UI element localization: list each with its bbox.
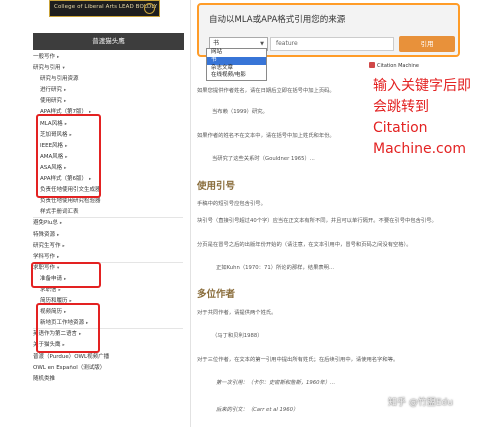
- annotation-callout: 输入关键字后即 会跳转到 Citation Machine.com: [373, 76, 499, 160]
- pane-divider: [190, 0, 191, 427]
- sidebar-item[interactable]: 使用研究 ▸: [33, 96, 183, 107]
- source-type-dropdown: 网站书杂志文章 在线视频/电影: [206, 48, 267, 82]
- college-logo[interactable]: College of Liberal Arts LEAD BOLDLY: [49, 0, 160, 17]
- annotation-line: Citation: [373, 120, 428, 136]
- caret-right-icon: ▸: [57, 254, 60, 260]
- annotation-line: Machine.com: [373, 141, 466, 157]
- sidebar-item[interactable]: 随机类推: [33, 374, 183, 385]
- caret-right-icon: ▸: [58, 287, 61, 293]
- sidebar: College of Liberal Arts LEAD BOLDLY 普渡猫头…: [0, 0, 187, 427]
- quote-example: （马丁和贝利1988）: [212, 333, 263, 339]
- dropdown-option[interactable]: 书: [207, 56, 266, 65]
- sidebar-item-label: 研究与引用: [33, 65, 61, 72]
- sidebar-item-label: 学科写作: [33, 253, 56, 260]
- sidebar-item[interactable]: 进行研究 ▸: [33, 85, 183, 96]
- caret-down-icon: ▾: [62, 66, 65, 72]
- sidebar-item-label: 特殊资源: [33, 231, 56, 238]
- caret-right-icon: ▸: [64, 88, 67, 94]
- citation-widget-title: 自动以MLA或APA格式引用您的来源: [209, 15, 346, 25]
- zhihu-watermark: 知乎 @竹盟Edu: [388, 398, 453, 408]
- quote-example: 正如Kuhn（1970：71）所论的那样，结果表明...: [216, 265, 335, 271]
- paragraph: 如果作者的姓名不在文本中，请在括号中加上姓氏和年份。: [197, 133, 335, 139]
- quote-example: 第一次引用：（卡尔：史密斯和詹斯，1960年）...: [216, 380, 336, 386]
- highlight-box-citation-styles: [36, 114, 101, 198]
- annotation-line: 会跳转到: [373, 99, 429, 115]
- caret-right-icon: ▸: [64, 99, 67, 105]
- sidebar-item[interactable]: 普渡（Purdue）OWL视频广播: [33, 352, 183, 363]
- highlight-box-graduate: [31, 262, 101, 288]
- sidebar-item-label: OWL en Español（测试版）: [33, 364, 106, 371]
- sidebar-item-label: 一般写作: [33, 54, 56, 60]
- sidebar-header: 普渡猫头鹰: [33, 33, 184, 50]
- sidebar-item-label: 样式手册词汇表: [40, 209, 79, 216]
- paragraph: 如果您提供作者姓名，请在日期后立即在括号中加上页码。: [197, 88, 335, 94]
- sidebar-item-label: 避免Plu总: [33, 220, 58, 227]
- citation-machine-badge: Citation Machine: [369, 62, 419, 69]
- sidebar-item-label: 负责任地使用研究检验器: [40, 198, 101, 205]
- sidebar-item[interactable]: 避免Plu总 ▸: [33, 218, 183, 229]
- paragraph: 分页是在冒号之后的出版年份开始的（请注意，在文本引用中，冒号和页码之间没有空格）…: [197, 242, 412, 248]
- logo-text: College of Liberal Arts LEAD BOLDLY: [54, 4, 158, 10]
- sidebar-item[interactable]: 样式手册词汇表: [33, 207, 183, 219]
- caret-right-icon: ▸: [62, 243, 65, 249]
- paragraph: 块引号（直接引号超过40个字）应当在正文本有所不同，并且可以单行隔开。不要在引号…: [197, 218, 437, 224]
- sidebar-item[interactable]: 一般写作 ▸: [33, 52, 183, 63]
- sidebar-item[interactable]: 特殊资源 ▸: [33, 230, 183, 241]
- paragraph: 对于共同作者，请提供两个姓氏。: [197, 310, 277, 316]
- sidebar-item[interactable]: OWL en Español（测试版）: [33, 363, 183, 374]
- annotation-line: 输入关键字后即: [373, 78, 471, 94]
- dropdown-option[interactable]: 网站: [207, 49, 266, 57]
- quote-example: 后来的引文：（Carr et al 1960）: [216, 407, 299, 413]
- caret-right-icon: ▸: [59, 221, 63, 227]
- caret-right-icon: ▸: [57, 55, 60, 60]
- sidebar-item[interactable]: 研究与引用 ▾: [33, 63, 183, 74]
- sidebar-item-label: 普渡（Purdue）OWL视频广播: [33, 353, 110, 360]
- sidebar-item-label: 研究生写作: [33, 242, 61, 249]
- section-heading: 多位作者: [197, 289, 236, 300]
- sidebar-item-label: 使用研究: [40, 98, 63, 105]
- caret-right-icon: ▸: [57, 232, 60, 238]
- sidebar-item-label: 进行研究: [40, 87, 63, 94]
- cite-button[interactable]: 引用: [399, 36, 455, 52]
- paragraph: 对于三位作者，在文本的第一引用中提出所有姓氏；在后续引用中，请使用名字和等。: [197, 357, 399, 363]
- sidebar-item[interactable]: 研究与引用资源: [33, 74, 183, 85]
- citation-machine-logo-icon: [369, 62, 375, 68]
- sidebar-item-label: 随机类推: [33, 375, 56, 382]
- sidebar-item-label: 研究与引用资源: [40, 76, 79, 83]
- quote-example: 当布赖（1999）研究。: [212, 109, 268, 115]
- paragraph: 手稿中的短引号应包含引号。: [197, 201, 266, 207]
- source-type-value: 书: [213, 40, 220, 47]
- quote-example: 当研究了这些关系时（Gouldner 1965）...: [212, 156, 315, 162]
- main-content: 自动以MLA或APA格式引用您的来源 书 ▼ feature 引用 网站书杂志文…: [193, 0, 499, 427]
- logo-emblem-icon: [144, 3, 155, 14]
- dropdown-option[interactable]: 在线视频/电影: [207, 72, 266, 80]
- section-heading: 使用引号: [197, 181, 236, 192]
- citation-search-input[interactable]: feature: [270, 37, 394, 51]
- highlight-box-job-writing: [36, 303, 100, 353]
- citation-machine-badge-text: Citation Machine: [377, 63, 420, 69]
- sidebar-item[interactable]: 研究生写作 ▸: [33, 241, 183, 252]
